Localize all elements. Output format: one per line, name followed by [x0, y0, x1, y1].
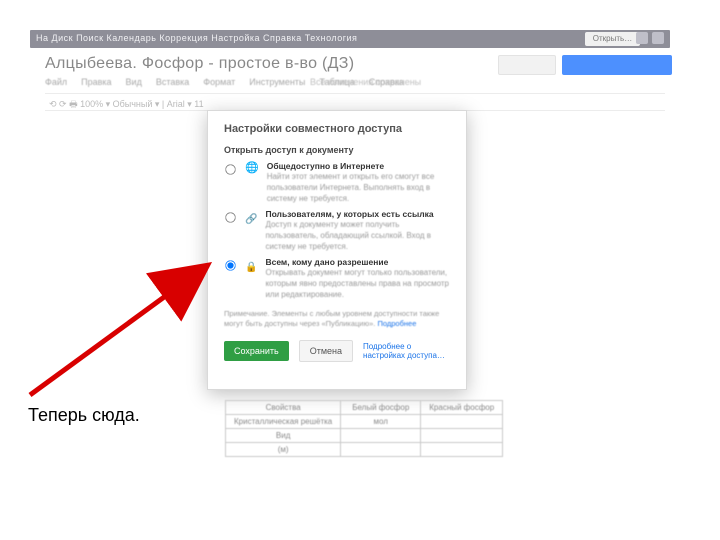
option-public-title: Общедоступно в Интернете	[267, 161, 450, 172]
share-button[interactable]	[562, 55, 672, 75]
modal-subtitle: Открыть доступ к документу	[224, 145, 450, 155]
option-public: 🌐 Общедоступно в Интернете Найти этот эл…	[224, 161, 450, 205]
doc-autosave-hint: Все изменения сохранены	[310, 77, 421, 87]
cancel-button[interactable]: Отмена	[299, 340, 353, 362]
option-anyone-link: Пользователям, у которых есть ссылка Дос…	[224, 209, 450, 253]
modal-note-link[interactable]: Подробнее	[377, 319, 416, 328]
doc-title[interactable]: Алцыбеева. Фосфор - простое в-во (ДЗ)	[45, 55, 354, 73]
option-restricted-title: Всем, кому дано разрешение	[265, 257, 450, 268]
more-settings-link[interactable]: Подробнее о настройках доступа…	[363, 342, 450, 360]
table-row: Кристаллическая решётка мол	[226, 415, 503, 429]
menu-file[interactable]: Файл	[45, 77, 67, 87]
globe-icon: 🌐	[245, 161, 259, 174]
table-row: (м)	[226, 443, 503, 457]
menu-insert[interactable]: Вставка	[156, 77, 189, 87]
menu-edit[interactable]: Правка	[81, 77, 111, 87]
link-icon	[245, 209, 257, 227]
topbar-share-pill[interactable]: Открыть…	[585, 32, 640, 46]
annotation-text: Теперь сюда.	[28, 405, 140, 426]
menu-view[interactable]: Вид	[126, 77, 142, 87]
option-anyone-link-desc: Доступ к документу может получить пользо…	[265, 220, 450, 252]
option-restricted-radio[interactable]	[225, 260, 235, 270]
annotation-arrow	[10, 170, 220, 400]
background-table: Свойства Белый фосфор Красный фосфор Кри…	[225, 400, 503, 457]
lock-icon	[245, 257, 257, 275]
comments-button[interactable]	[498, 55, 556, 75]
topbar-menu: На Диск Поиск Календарь Коррекция Настро…	[36, 33, 357, 43]
table-row: Свойства Белый фосфор Красный фосфор	[226, 401, 503, 415]
option-restricted-desc: Открывать документ могут только пользова…	[265, 268, 450, 300]
option-public-radio[interactable]	[225, 164, 235, 174]
menu-format[interactable]: Формат	[203, 77, 235, 87]
option-public-desc: Найти этот элемент и открыть его смогут …	[267, 172, 450, 204]
th: Красный фосфор	[421, 401, 503, 415]
table-row: Вид	[226, 429, 503, 443]
app-topbar: На Диск Поиск Календарь Коррекция Настро…	[30, 30, 670, 48]
modal-title: Настройки совместного доступа	[224, 123, 450, 135]
menu-tools[interactable]: Инструменты	[249, 77, 305, 87]
doc-toolbar[interactable]: ⟲ ⟳ 🖶 100% ▾ Обычный ▾ | Arial ▾ 11	[45, 93, 665, 111]
th: Белый фосфор	[341, 401, 421, 415]
modal-note: Примечание. Элементы с любым уровнем дос…	[224, 309, 450, 330]
th: Свойства	[226, 401, 341, 415]
save-button[interactable]: Сохранить	[224, 341, 289, 361]
sharing-modal: Настройки совместного доступа Открыть до…	[207, 110, 467, 390]
option-anyone-link-title: Пользователям, у которых есть ссылка	[265, 209, 450, 220]
option-restricted: Всем, кому дано разрешение Открывать док…	[224, 257, 450, 301]
topbar-icons	[636, 32, 664, 44]
option-anyone-link-radio[interactable]	[225, 212, 235, 222]
